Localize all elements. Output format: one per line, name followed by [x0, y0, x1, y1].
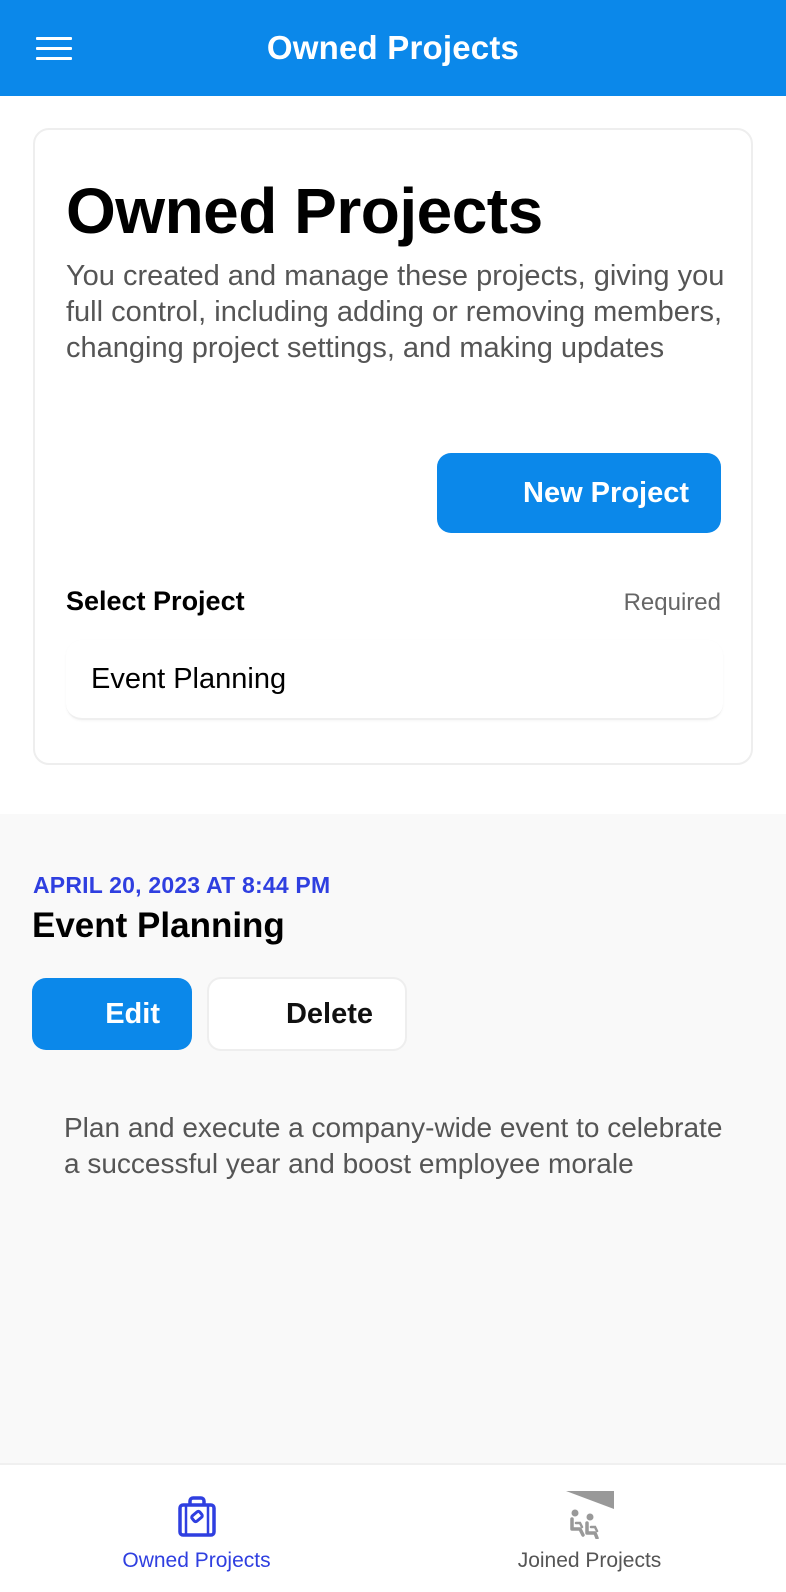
app-root: Owned Projects Owned Projects You create…	[0, 0, 786, 1592]
nav-tab-owned-projects[interactable]: Owned Projects	[0, 1465, 393, 1592]
menu-line	[36, 36, 72, 40]
project-name: Event Planning	[32, 906, 285, 945]
selected-project-value: Event Planning	[91, 662, 287, 695]
briefcase-icon	[177, 1496, 216, 1537]
hamburger-menu-icon[interactable]	[30, 28, 78, 68]
menu-line	[36, 56, 72, 60]
nav-tab-joined-projects[interactable]: Joined Projects	[393, 1465, 786, 1592]
seated-people-icon	[565, 1491, 614, 1539]
select-project-dropdown[interactable]: Event Planning	[66, 640, 723, 720]
edit-button[interactable]: Edit	[32, 978, 192, 1050]
page-title: Owned Projects	[66, 175, 543, 247]
top-app-bar: Owned Projects	[0, 0, 786, 96]
delete-button[interactable]: Delete	[207, 977, 407, 1051]
project-date: APRIL 20, 2023 AT 8:44 PM	[33, 872, 331, 898]
project-description: Plan and execute a company-wide event to…	[64, 1112, 723, 1179]
owned-projects-card: Owned Projects You created and manage th…	[33, 128, 753, 765]
select-project-label: Select Project	[66, 586, 245, 616]
required-indicator: Required	[623, 589, 721, 616]
menu-line	[36, 46, 72, 50]
nav-label-joined-projects: Joined Projects	[517, 1549, 662, 1572]
page-description: You created and manage these projects, g…	[66, 260, 725, 364]
bottom-navigation: Owned Projects Joined Projects	[0, 1463, 786, 1592]
nav-label-owned-projects: Owned Projects	[122, 1549, 271, 1572]
app-bar-title: Owned Projects	[266, 29, 520, 66]
new-project-button[interactable]: New Project	[437, 453, 721, 533]
project-details: APRIL 20, 2023 AT 8:44 PM Event Planning…	[0, 814, 786, 1464]
